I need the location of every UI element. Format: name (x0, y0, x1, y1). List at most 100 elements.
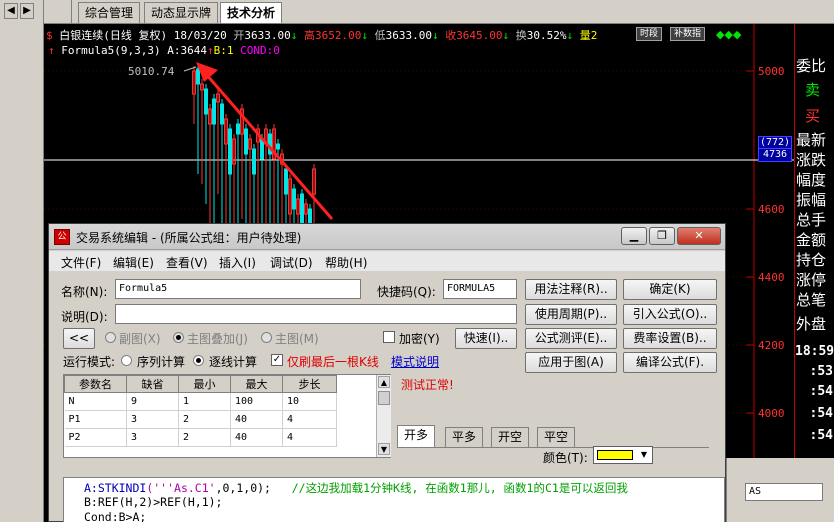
code-line-1[interactable]: A:STKINDI('''As.C1',0,1,0); //这边我加载1分钟K线… (84, 480, 628, 496)
table-row[interactable]: P2 3 2 40 4 (64, 428, 337, 447)
tab-close-short[interactable]: 平空 (537, 427, 576, 447)
radio-main-overlay[interactable] (173, 332, 184, 343)
col-header[interactable]: 最大 (230, 375, 283, 393)
use-period-button[interactable]: 使用周期(P).. (525, 304, 617, 325)
mode-help-link[interactable]: 模式说明 (391, 353, 439, 370)
maximize-icon[interactable]: ❐ (649, 227, 675, 245)
hotkey-field[interactable]: FORMULA5 (443, 279, 517, 299)
total-trades-label: 总笔 (796, 291, 827, 309)
formula-test-button[interactable]: 公式测评(E).. (525, 328, 617, 349)
scroll-thumb[interactable] (378, 391, 390, 405)
price-tick-4200: 4200 (758, 339, 785, 352)
tab-overview[interactable]: 综合管理 (78, 2, 141, 23)
side-window: AS (726, 458, 834, 522)
turnover-label: 换 (515, 29, 527, 42)
chart-header: $ 白银连续(日线 复权) 18/03/20 开3633.00↓ 高3652.0… (46, 27, 597, 43)
candle-body (308, 208, 312, 225)
minimize-icon[interactable]: ▁ (621, 227, 647, 245)
tab-open-short[interactable]: 开空 (491, 427, 530, 447)
price-tick-4400: 4400 (758, 271, 785, 284)
import-formula-button[interactable]: 引入公式(O).. (623, 304, 717, 325)
code-line-2[interactable]: B:REF(H,2)>REF(H,1); (84, 495, 222, 509)
radio-sub-chart[interactable] (105, 332, 116, 343)
tab-dynamic-board[interactable]: 动态显示牌 (144, 2, 219, 23)
name-field[interactable]: Formula5 (115, 279, 361, 299)
encrypt-label: 加密(Y) (399, 332, 440, 346)
param-min[interactable]: 2 (178, 410, 231, 429)
down-arrow-icon: ↓ (431, 29, 439, 42)
param-min[interactable]: 1 (178, 392, 231, 411)
menu-edit[interactable]: 编辑(E) (113, 254, 154, 271)
param-min[interactable]: 2 (178, 428, 231, 447)
period-button[interactable]: 时段 (636, 27, 663, 41)
candle-body (196, 68, 200, 85)
code-editor[interactable]: A:STKINDI('''As.C1',0,1,0); //这边我加载1分钟K线… (63, 477, 725, 522)
dialog-titlebar[interactable]: 公 交易系统编辑 - (所属公式组：用户待处理) ▁ ❐ ✕ (49, 224, 725, 250)
amplitude-label: 振幅 (796, 191, 827, 209)
col-header[interactable]: 步长 (282, 375, 337, 393)
menu-file[interactable]: 文件(F) (61, 254, 101, 271)
param-step[interactable]: 4 (282, 410, 337, 429)
param-name[interactable]: P2 (64, 428, 127, 447)
menu-debug[interactable]: 调试(D) (270, 254, 313, 271)
down-arrow-icon: ↓ (361, 29, 368, 42)
radio-bar-calc[interactable] (193, 355, 204, 366)
encrypt-checkbox[interactable] (383, 331, 395, 343)
scroll-up-icon[interactable]: ▲ (378, 376, 390, 388)
col-header[interactable]: 最小 (178, 375, 231, 393)
param-default[interactable]: 3 (126, 410, 179, 429)
candle-body (276, 143, 280, 150)
tab-technical-analysis[interactable]: 技术分析 (220, 2, 283, 23)
description-field[interactable] (115, 304, 517, 324)
tab-close-long[interactable]: 平多 (445, 427, 484, 447)
menu-insert[interactable]: 插入(I) (219, 254, 256, 271)
param-max[interactable]: 100 (230, 392, 283, 411)
table-row[interactable]: P1 3 2 40 4 (64, 410, 337, 429)
param-step[interactable]: 10 (282, 392, 337, 411)
tab-open-long[interactable]: 开多 (397, 425, 436, 447)
param-name[interactable]: P1 (64, 410, 127, 429)
high-value: 3652.00 (314, 29, 362, 42)
total-volume-label: 总手 (796, 211, 827, 229)
close-icon[interactable]: ✕ (677, 227, 721, 245)
open-interest-label: 持仓 (796, 251, 827, 269)
usage-notes-button[interactable]: 用法注释(R).. (525, 279, 617, 300)
chevron-down-icon[interactable]: ▼ (637, 448, 651, 462)
table-row[interactable]: N 9 1 100 10 (64, 392, 337, 411)
radio-sequence-calc[interactable] (121, 355, 132, 366)
collapse-button[interactable]: << (63, 328, 95, 349)
radio-main-chart[interactable] (261, 332, 272, 343)
ok-button[interactable]: 确定(K) (623, 279, 717, 300)
nav-right-icon[interactable]: ▶ (20, 3, 34, 19)
menu-help[interactable]: 帮助(H) (325, 254, 367, 271)
col-header[interactable]: 参数名 (64, 375, 127, 393)
last-bar-checkbox[interactable]: ✓ (271, 354, 283, 366)
side-symbol-field[interactable]: AS (745, 483, 823, 501)
up-arrow-icon: ↑ (206, 44, 214, 57)
code-line-3[interactable]: Cond:B>A; (84, 510, 146, 522)
parameter-table[interactable]: 参数名 缺省 最小 最大 步长 N 9 1 100 10 P1 3 2 40 4… (63, 374, 391, 458)
nav-left-icon[interactable]: ◀ (4, 3, 18, 19)
diamond-icons[interactable]: ◆◆◆ (716, 28, 741, 41)
formula-a-label: A: (167, 44, 181, 57)
fee-settings-button[interactable]: 费率设置(B).. (623, 328, 717, 349)
apply-to-chart-button[interactable]: 应用于图(A) (525, 352, 617, 373)
color-picker[interactable]: ▼ (593, 446, 653, 464)
param-max[interactable]: 40 (230, 410, 283, 429)
data-fill-button[interactable]: 补数指 (670, 27, 706, 41)
scroll-down-icon[interactable]: ▼ (378, 443, 390, 455)
menu-bar: 文件(F) 编辑(E) 查看(V) 插入(I) 调试(D) 帮助(H) (49, 251, 725, 271)
col-header[interactable]: 缺省 (126, 375, 179, 393)
fast-button[interactable]: 快速(I).. (455, 328, 517, 349)
compile-formula-button[interactable]: 编译公式(F). (623, 352, 717, 373)
color-swatch (597, 450, 633, 460)
candle-body (292, 188, 296, 210)
param-name[interactable]: N (64, 392, 127, 411)
param-default[interactable]: 3 (126, 428, 179, 447)
param-max[interactable]: 40 (230, 428, 283, 447)
param-step[interactable]: 4 (282, 428, 337, 447)
param-default[interactable]: 9 (126, 392, 179, 411)
table-scrollbar[interactable]: ▲ ▼ (376, 375, 391, 457)
menu-view[interactable]: 查看(V) (166, 254, 208, 271)
high-label: 高 (303, 29, 315, 42)
